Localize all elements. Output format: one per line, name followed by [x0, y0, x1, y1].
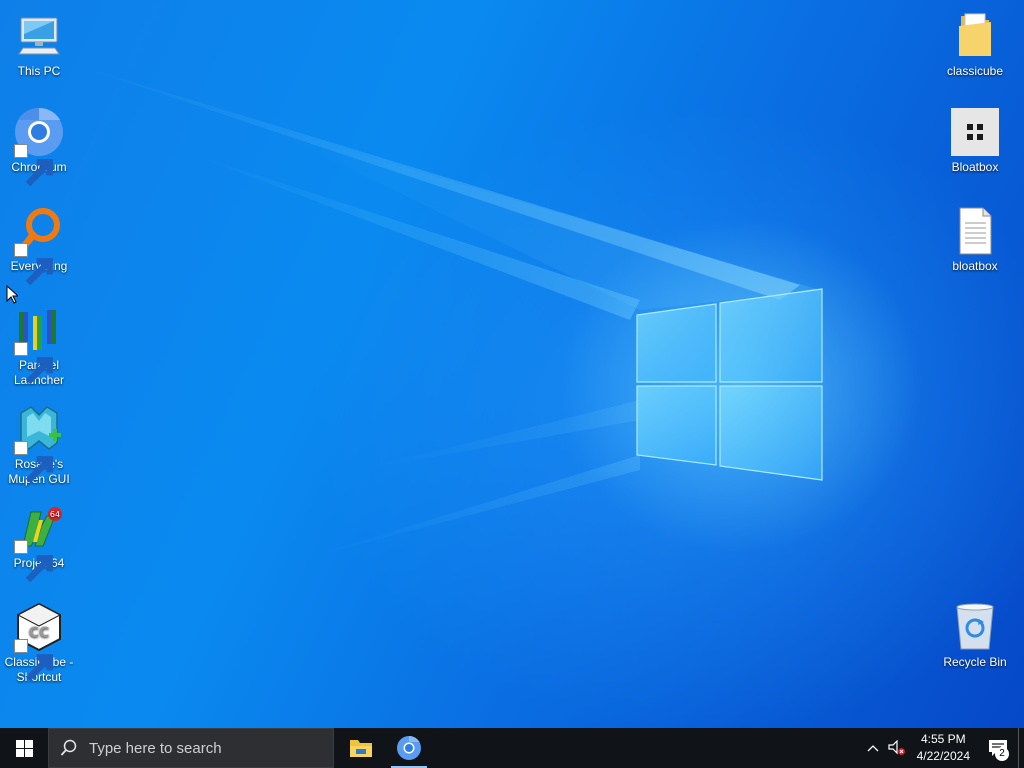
shortcut-arrow-icon [14, 639, 53, 682]
clock-date: 4/22/2024 [916, 749, 970, 763]
folder-icon [949, 10, 1001, 62]
desktop-icon-bloatbox-app[interactable]: Bloatbox [936, 106, 1014, 175]
chromium-icon [13, 106, 65, 187]
mouse-cursor-icon [6, 285, 18, 304]
taskbar-file-explorer[interactable] [337, 728, 385, 768]
desktop-icon-this-pc[interactable]: This PC [0, 10, 78, 79]
svg-text:CC: CC [29, 625, 50, 641]
desktop-icon-recycle-bin[interactable]: Recycle Bin [936, 601, 1014, 670]
search-placeholder: Type here to search [89, 739, 222, 757]
action-center-button[interactable]: 2 [978, 728, 1018, 768]
taskbar-chromium[interactable] [385, 728, 433, 768]
desktop-icon-bloatbox-file[interactable]: bloatbox [936, 205, 1014, 274]
show-hidden-icons-button[interactable] [861, 728, 885, 768]
desktop-icon-label: This PC [17, 64, 61, 78]
shortcut-arrow-icon [14, 144, 53, 187]
bloatbox-app-icon [949, 106, 1001, 158]
clock[interactable]: 4:55 PM 4/22/2024 [909, 728, 978, 768]
search-icon [49, 739, 89, 757]
desktop-icon-classicube-folder[interactable]: classicube [936, 10, 1014, 79]
shortcut-arrow-icon [14, 540, 53, 583]
volume-button[interactable] [885, 728, 909, 768]
windows-start-icon [15, 739, 33, 757]
desktop[interactable]: This PC Chromium Everything Parallel Lau… [0, 0, 1024, 728]
notification-count-badge: 2 [995, 747, 1009, 761]
desktop-icon-label: Recycle Bin [943, 655, 1007, 669]
volume-muted-icon [888, 740, 905, 755]
this-pc-icon [13, 10, 65, 62]
classicube-icon: CC [13, 601, 65, 682]
desktop-icon-label: Bloatbox [951, 160, 999, 174]
system-tray: 4:55 PM 4/22/2024 2 [861, 728, 1024, 768]
show-desktop-button[interactable] [1018, 728, 1024, 768]
taskbar: Type here to search 4:55 PM 4/22/2024 2 [0, 728, 1024, 768]
shortcut-arrow-icon [14, 342, 53, 385]
desktop-icon-rosalies-mupen-gui[interactable]: Rosalie's Mupen GUI [0, 403, 78, 487]
desktop-icon-project64[interactable]: 64 Project64 [0, 502, 78, 583]
rosalies-mupen-gui-icon [13, 403, 65, 484]
windows-logo-wallpaper [636, 288, 823, 481]
taskbar-search-box[interactable]: Type here to search [48, 728, 334, 768]
chevron-up-icon [867, 745, 879, 752]
parallel-launcher-icon [13, 304, 65, 385]
desktop-icon-classicube-shortcut[interactable]: CC ClassiCube - Shortcut [0, 601, 78, 685]
desktop-icon-everything[interactable]: Everything [0, 205, 78, 286]
chromium-icon [397, 735, 421, 760]
start-button[interactable] [0, 728, 48, 768]
file-explorer-icon [350, 740, 372, 757]
recycle-bin-icon [949, 601, 1001, 653]
desktop-icon-parallel-launcher[interactable]: Parallel Launcher [0, 304, 78, 388]
desktop-icon-label: classicube [946, 64, 1004, 78]
everything-search-icon [13, 205, 65, 286]
desktop-icon-chromium[interactable]: Chromium [0, 106, 78, 187]
svg-text:64: 64 [50, 510, 60, 519]
shortcut-arrow-icon [14, 441, 53, 484]
clock-time: 4:55 PM [920, 732, 966, 746]
text-file-icon [949, 205, 1001, 257]
desktop-icon-label: bloatbox [952, 259, 998, 273]
project64-icon: 64 [13, 502, 65, 583]
shortcut-arrow-icon [14, 243, 53, 286]
